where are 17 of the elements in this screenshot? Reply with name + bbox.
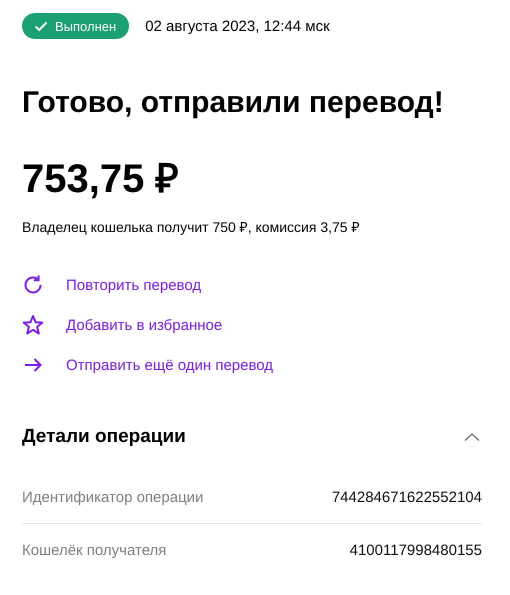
detail-label: Идентификатор операции: [22, 488, 204, 506]
refresh-icon: [22, 274, 44, 296]
date-text: 02 августа 2023, 12:44 мск: [145, 18, 330, 34]
chevron-icon[interactable]: [464, 432, 480, 442]
detail-label: Кошелёк получателя: [22, 542, 166, 558]
star-icon: [22, 314, 44, 336]
summary-text: Владелец кошелька получит 750 ₽, комиссия 3,75 ₽: [22, 218, 360, 236]
detail-value: 744284671622552104: [332, 488, 482, 506]
action-link[interactable]: Добавить в избранное: [22, 314, 482, 336]
action-link[interactable]: Повторить перевод: [22, 274, 482, 296]
status-label: Выполнен: [55, 18, 116, 34]
action-link[interactable]: Отправить ещё один перевод: [22, 354, 482, 376]
section-title: Детали операции: [22, 426, 186, 448]
page-title: Готово, отправили перевод!: [22, 85, 445, 121]
amount-text: 753,75 ₽: [22, 156, 180, 203]
check-icon: [34, 20, 48, 32]
detail-value: 4100117998480155: [350, 542, 482, 558]
